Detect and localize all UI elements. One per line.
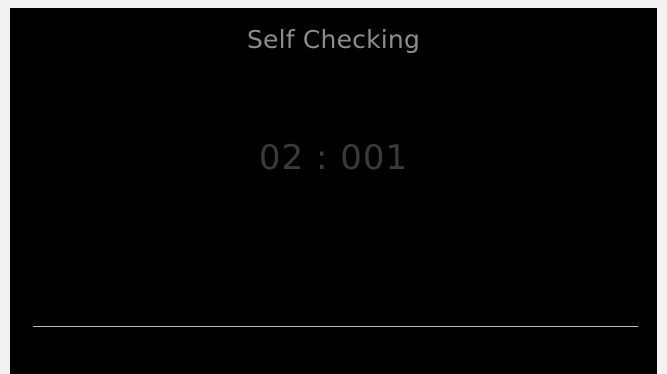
device-frame: Self Checking 02 : 001 <box>0 0 667 374</box>
display-screen: Self Checking 02 : 001 <box>10 8 657 374</box>
check-timer: 02 : 001 <box>258 138 409 178</box>
screen-title: Self Checking <box>246 25 421 54</box>
bottom-divider <box>33 326 638 327</box>
